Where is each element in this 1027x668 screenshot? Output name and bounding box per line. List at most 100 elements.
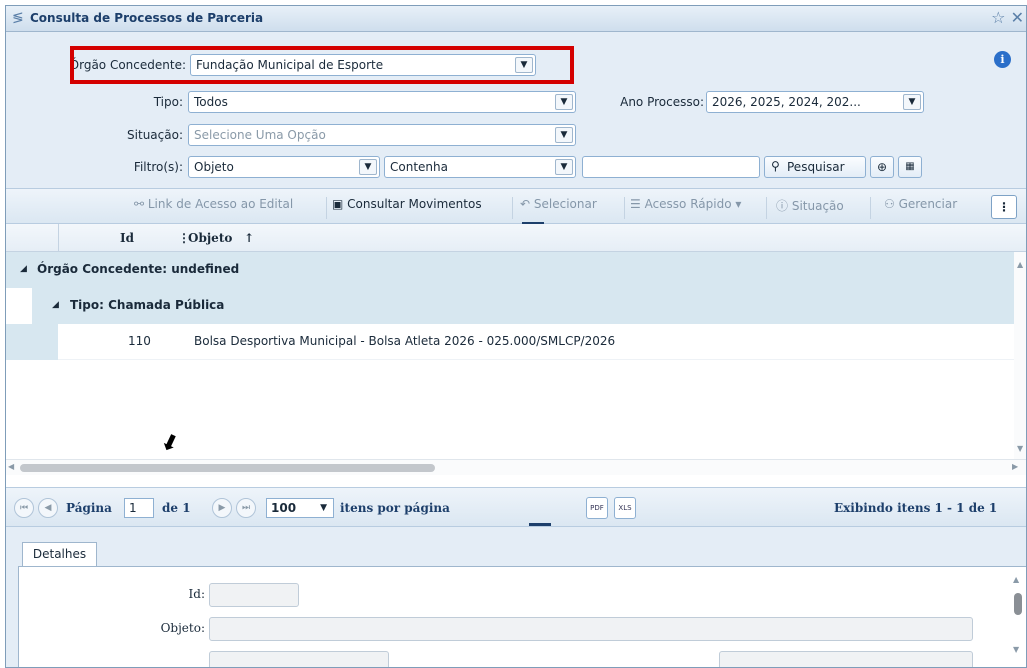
column-header-id[interactable]: Id — [120, 231, 134, 245]
next-page-icon[interactable]: ▶ — [212, 498, 232, 518]
cursor-icon: ⬋ — [157, 427, 184, 458]
filtro-field-select[interactable]: Objeto ▼ — [188, 156, 380, 178]
tipo-select[interactable]: Todos ▼ — [188, 91, 576, 113]
highlight-box — [70, 46, 574, 84]
chevron-down-icon[interactable]: ▼ — [320, 499, 327, 517]
scroll-right-icon[interactable]: ▶ — [1012, 462, 1018, 471]
collapse-icon[interactable]: ◢ — [20, 264, 27, 274]
itens-label: itens por página — [340, 501, 450, 515]
edital-field[interactable] — [209, 651, 389, 667]
search-button-label: Pesquisar — [787, 160, 845, 174]
filtro-text-input[interactable] — [582, 156, 760, 178]
cell-id: 110 — [128, 334, 151, 348]
selecionar-label: Selecionar — [533, 197, 597, 211]
id-field[interactable] — [209, 583, 299, 607]
chevron-down-icon[interactable]: ▼ — [903, 94, 921, 110]
chevron-down-icon[interactable]: ▼ — [359, 159, 377, 175]
list-icon: ☰ — [630, 197, 645, 211]
results-grid: Id ⋮ Objeto ↑ ◢ Órgão Concedente: undefi… — [6, 224, 1026, 487]
selecionar-button[interactable]: ↶ Selecionar — [520, 197, 597, 219]
gerenciar-button[interactable]: ⚇ Gerenciar — [884, 197, 957, 219]
cell-objeto: Bolsa Desportiva Municipal - Bolsa Atlet… — [194, 334, 616, 348]
ano-value: 2026, 2025, 2024, 202... — [712, 95, 861, 109]
scroll-down-icon[interactable]: ▼ — [1013, 645, 1019, 654]
users-icon: ⚇ — [884, 197, 899, 211]
scroll-thumb[interactable] — [20, 464, 435, 472]
scroll-up-icon[interactable]: ▲ — [1013, 575, 1019, 584]
link-icon: ⚯ — [134, 197, 148, 211]
first-page-icon[interactable]: ⏮ — [14, 498, 34, 518]
sort-asc-icon: ↑ — [244, 231, 255, 245]
group-row-tipo[interactable]: ◢ Tipo: Chamada Pública — [32, 288, 1014, 324]
group-row-orgao[interactable]: ◢ Órgão Concedente: undefined — [6, 252, 1014, 288]
consultar-label: Consultar Movimentos — [347, 197, 482, 211]
situacao-placeholder: Selecione Uma Opção — [194, 128, 326, 142]
situacao-button[interactable]: ⓘ Situação — [776, 197, 844, 219]
back-arrow-icon: ↶ — [520, 197, 534, 211]
chevron-down-icon[interactable]: ▼ — [555, 94, 573, 110]
scroll-thumb[interactable] — [1014, 593, 1022, 615]
clipboard-icon: ▣ — [332, 197, 348, 211]
divider — [326, 197, 327, 219]
filtro-op-value: Contenha — [390, 160, 448, 174]
group-label: Órgão Concedente: undefined — [37, 262, 240, 276]
favorite-close-icons[interactable]: ☆ ✕ — [991, 8, 1024, 27]
last-page-icon[interactable]: ⏭ — [236, 498, 256, 518]
per-page-value: 100 — [271, 501, 297, 515]
title-bar: ≶ Consulta de Processos de Parceria ☆ ✕ — [6, 6, 1026, 32]
column-header-objeto[interactable]: Objeto — [188, 231, 232, 245]
info-circle-icon: ⓘ — [776, 199, 792, 213]
vertical-scrollbar[interactable]: ▲ ▼ — [1014, 252, 1026, 459]
situacao-label: Situação: — [127, 128, 183, 142]
indent-strip — [6, 324, 58, 360]
situacao-btn-label: Situação — [791, 199, 844, 213]
window-title: Consulta de Processos de Parceria — [30, 11, 264, 25]
link-acesso-label: Link de Acesso ao Edital — [147, 197, 294, 211]
link-acesso-button[interactable]: ⚯ Link de Acesso ao Edital — [134, 197, 293, 219]
chevron-down-icon[interactable]: ▼ — [555, 159, 573, 175]
gerenciar-label: Gerenciar — [898, 197, 958, 211]
prev-page-icon[interactable]: ◀ — [38, 498, 58, 518]
ano-select[interactable]: 2026, 2025, 2024, 202... ▼ — [706, 91, 924, 113]
info-icon[interactable]: i — [994, 51, 1011, 68]
group-label: Tipo: Chamada Pública — [70, 298, 225, 312]
divider — [624, 197, 625, 219]
table-row[interactable]: 110 Bolsa Desportiva Municipal - Bolsa A… — [58, 324, 1014, 360]
divider — [512, 197, 513, 219]
tipo-label: Tipo: — [153, 95, 183, 109]
filter-options-icon[interactable]: ▦ — [898, 156, 922, 178]
filtro-op-select[interactable]: Contenha ▼ — [384, 156, 576, 178]
chevron-down-icon[interactable]: ▼ — [555, 127, 573, 143]
acesso-rapido-button[interactable]: ☰ Acesso Rápido ▾ — [630, 197, 741, 219]
per-page-select[interactable]: 100 ▼ — [266, 498, 334, 518]
exibindo-label: Exibindo itens 1 - 1 de 1 — [834, 501, 998, 515]
pagination-bar: ⏮ ◀ Página 1 de 1 ▶ ⏭ 100 ▼ itens por pág… — [6, 487, 1026, 527]
pdf-export-icon[interactable]: PDF — [586, 497, 608, 519]
consultar-button[interactable]: ▣ Consultar Movimentos — [332, 197, 482, 219]
tipo-field[interactable] — [719, 651, 973, 667]
scroll-down-icon[interactable]: ▼ — [1017, 444, 1023, 453]
id-label: Id: — [188, 587, 205, 601]
splitter-handle[interactable] — [529, 523, 551, 526]
objeto-label: Objeto: — [160, 621, 205, 635]
search-button[interactable]: ⚲ Pesquisar — [764, 156, 866, 178]
situacao-select[interactable]: Selecione Uma Opção ▼ — [188, 124, 576, 146]
de-label: de 1 — [162, 501, 191, 515]
add-filter-icon[interactable]: ⊕ — [870, 156, 894, 178]
divider — [58, 224, 59, 252]
page-input[interactable]: 1 — [124, 498, 154, 518]
filter-panel: Órgão Concedente: Fundação Municipal de … — [6, 32, 1026, 188]
collapse-icon[interactable]: ◢ — [52, 300, 59, 310]
main-window: ≶ Consulta de Processos de Parceria ☆ ✕ … — [5, 5, 1027, 668]
objeto-field[interactable] — [209, 617, 973, 641]
horizontal-scrollbar[interactable]: ◀ ▶ — [6, 459, 1026, 475]
details-content: Id: Objeto: ▲ ▼ — [18, 566, 1026, 667]
tipo-value: Todos — [194, 95, 228, 109]
filtro-field-value: Objeto — [194, 160, 234, 174]
more-options-icon[interactable]: ⋮ — [991, 195, 1017, 219]
details-panel: Detalhes Id: Objeto: ▲ ▼ — [6, 527, 1026, 667]
tab-detalhes[interactable]: Detalhes — [22, 542, 97, 566]
xls-export-icon[interactable]: XLS — [614, 497, 636, 519]
scroll-up-icon[interactable]: ▲ — [1017, 260, 1023, 269]
scroll-left-icon[interactable]: ◀ — [8, 462, 14, 471]
